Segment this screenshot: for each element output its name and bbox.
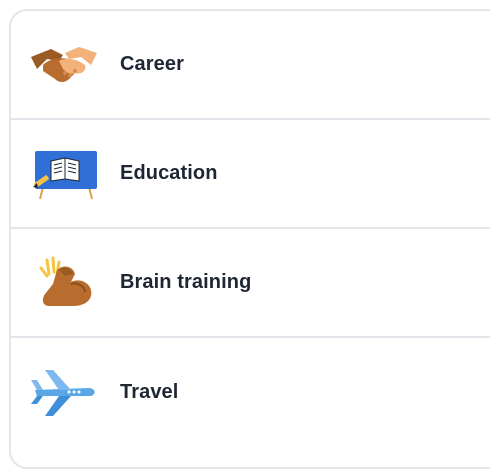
- topic-label: Education: [120, 162, 218, 184]
- handshake-icon: [29, 40, 99, 90]
- book-on-blackboard-icon: [29, 149, 99, 199]
- topic-item-brain-training[interactable]: Brain training: [11, 229, 490, 338]
- airplane-icon: [29, 368, 99, 418]
- topic-item-travel[interactable]: Travel: [11, 338, 490, 447]
- flexed-biceps-icon: [29, 256, 99, 308]
- topic-item-education[interactable]: Education: [11, 120, 490, 229]
- topic-item-career[interactable]: Career: [11, 11, 490, 120]
- topic-list: Career Education Brain training Travel: [9, 9, 490, 469]
- topic-label: Career: [120, 53, 184, 75]
- topic-label: Brain training: [120, 271, 252, 293]
- topic-label: Travel: [120, 381, 179, 403]
